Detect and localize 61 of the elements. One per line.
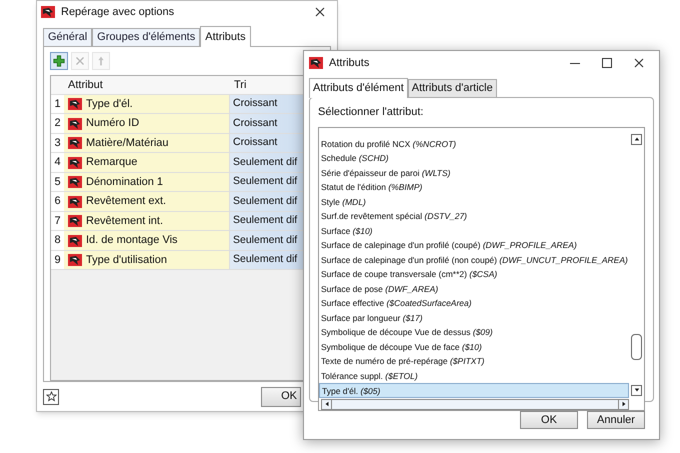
attribute-name: Numéro ID <box>86 116 140 132</box>
scroll-right-icon[interactable] <box>618 400 628 408</box>
attribute-name: Matière/Matériau <box>86 136 169 151</box>
app-logo-icon <box>68 136 82 150</box>
app-logo-icon <box>309 56 323 70</box>
window-title: Repérage avec options <box>61 5 174 20</box>
scroll-up-icon[interactable] <box>631 134 642 144</box>
attribute-name: Dénomination 1 <box>86 174 164 190</box>
app-logo-icon <box>68 156 82 170</box>
list-item[interactable]: Symbolique de découpe Vue de dessus ($09) <box>319 325 629 340</box>
app-logo-icon <box>68 175 82 190</box>
attribute-name: Type d'utilisation <box>86 252 167 268</box>
plus-icon <box>52 54 66 68</box>
tab[interactable]: Groupes d'éléments <box>92 28 200 46</box>
list-item[interactable]: Type d'él. ($05) <box>319 383 629 398</box>
app-logo-icon <box>41 5 55 20</box>
list-item[interactable]: Surface de pose (DWF_AREA) <box>319 282 629 296</box>
attribute-name: Id. de montage Vis <box>86 233 178 248</box>
app-logo-icon <box>68 253 82 268</box>
tab[interactable]: Attributs <box>200 26 251 47</box>
row-number: 9 <box>51 250 64 270</box>
maximize-icon[interactable] <box>602 58 612 68</box>
row-number: 3 <box>51 134 64 152</box>
list-item[interactable]: Tolérance suppl. ($ETOL) <box>319 368 629 383</box>
column-header: Attribut <box>67 78 104 93</box>
window-title: Attributs <box>329 56 370 71</box>
app-logo-icon <box>68 234 82 248</box>
attribute-name: Remarque <box>86 155 138 170</box>
row-number: 5 <box>51 172 64 192</box>
cancel-button[interactable]: Annuler <box>587 411 645 429</box>
attribute-name: Revêtement ext. <box>86 194 166 210</box>
row-number: 2 <box>51 114 64 133</box>
ok-button[interactable]: OK <box>520 411 578 429</box>
close-icon[interactable] <box>315 7 325 18</box>
close-icon[interactable] <box>634 58 644 68</box>
app-logo-icon <box>68 194 82 209</box>
list-item[interactable]: Symbolique de découpe Vue de face ($10) <box>319 340 629 354</box>
attribute-name: Revêtement int. <box>86 214 164 229</box>
tab[interactable]: Attributs d'article <box>408 79 497 97</box>
tab[interactable]: Général <box>43 28 92 46</box>
list-item[interactable]: Surface de coupe transversale (cm**2) ($CSA) <box>319 267 629 282</box>
row-number: 4 <box>51 153 64 172</box>
scroll-thumb[interactable] <box>631 334 642 360</box>
favorites-button[interactable] <box>43 388 59 405</box>
row-number: 6 <box>51 192 64 211</box>
scroll-down-icon[interactable] <box>631 384 642 396</box>
list-item[interactable]: Surface par longueur ($17) <box>319 310 629 325</box>
add-button[interactable] <box>50 52 68 70</box>
horizontal-scrollbar[interactable] <box>321 398 629 410</box>
app-logo-icon <box>68 97 82 112</box>
row-number: 8 <box>51 231 64 250</box>
app-logo-icon <box>68 116 82 131</box>
list-item[interactable]: Texte de numéro de pré-repérage ($PITXT) <box>319 354 629 368</box>
minimize-icon[interactable] <box>570 62 580 64</box>
row-number: 1 <box>51 94 64 114</box>
attribute-name: Type d'él. <box>86 96 133 112</box>
row-number: 7 <box>51 212 64 230</box>
ok-button[interactable]: OK <box>261 386 301 407</box>
app-logo-icon <box>68 214 82 228</box>
list-item[interactable]: Surface effective ($CoatedSurfaceArea) <box>319 296 629 310</box>
tab[interactable]: Attributs d'élément <box>309 78 408 98</box>
